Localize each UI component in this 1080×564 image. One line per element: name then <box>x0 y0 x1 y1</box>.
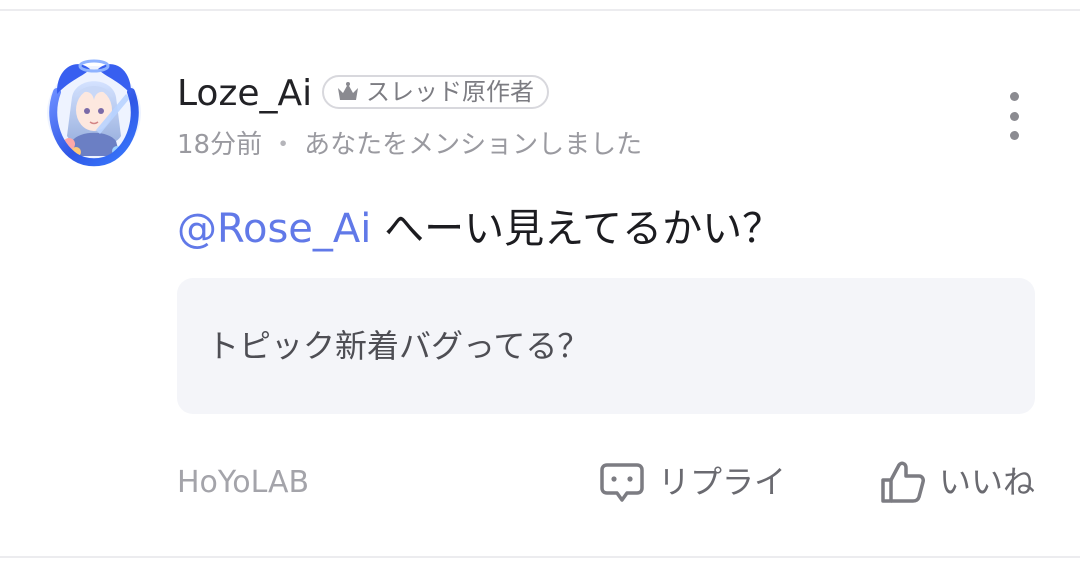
quoted-post-text: トピック新着バグってる？ <box>207 327 590 365</box>
crown-icon <box>334 78 362 106</box>
comment-text: @Rose_Ai へーい見えてるかい？ <box>177 203 782 255</box>
avatar[interactable] <box>38 52 150 170</box>
mention-notice: あなたをメンションしました <box>304 130 643 160</box>
bottom-divider <box>0 556 1080 558</box>
more-vertical-icon <box>1009 92 1019 101</box>
more-options-button[interactable] <box>996 92 1032 140</box>
character-avatar-icon <box>47 59 141 167</box>
thumbs-up-icon <box>879 458 927 506</box>
like-button[interactable]: いいね <box>879 458 1035 506</box>
comment-message: へーい見えてるかい？ <box>384 206 783 252</box>
quoted-post[interactable]: トピック新着バグってる？ <box>177 278 1035 414</box>
top-divider <box>0 9 1080 11</box>
speech-bubble-icon <box>598 458 646 506</box>
mention-link[interactable]: @Rose_Ai <box>177 206 371 252</box>
author-badge: スレッド原作者 <box>322 75 549 109</box>
author-badge-label: スレッド原作者 <box>366 78 534 106</box>
like-label: いいね <box>939 463 1036 501</box>
reply-button[interactable]: リプライ <box>598 458 786 506</box>
meta-separator: ・ <box>270 130 297 160</box>
source-label: HoYoLAB <box>177 465 310 500</box>
reply-label: リプライ <box>658 463 787 501</box>
post-meta: 18分前・あなたをメンションしました <box>177 128 642 162</box>
username[interactable]: Loze_Ai <box>177 72 312 116</box>
post-time: 18分前 <box>177 130 263 160</box>
